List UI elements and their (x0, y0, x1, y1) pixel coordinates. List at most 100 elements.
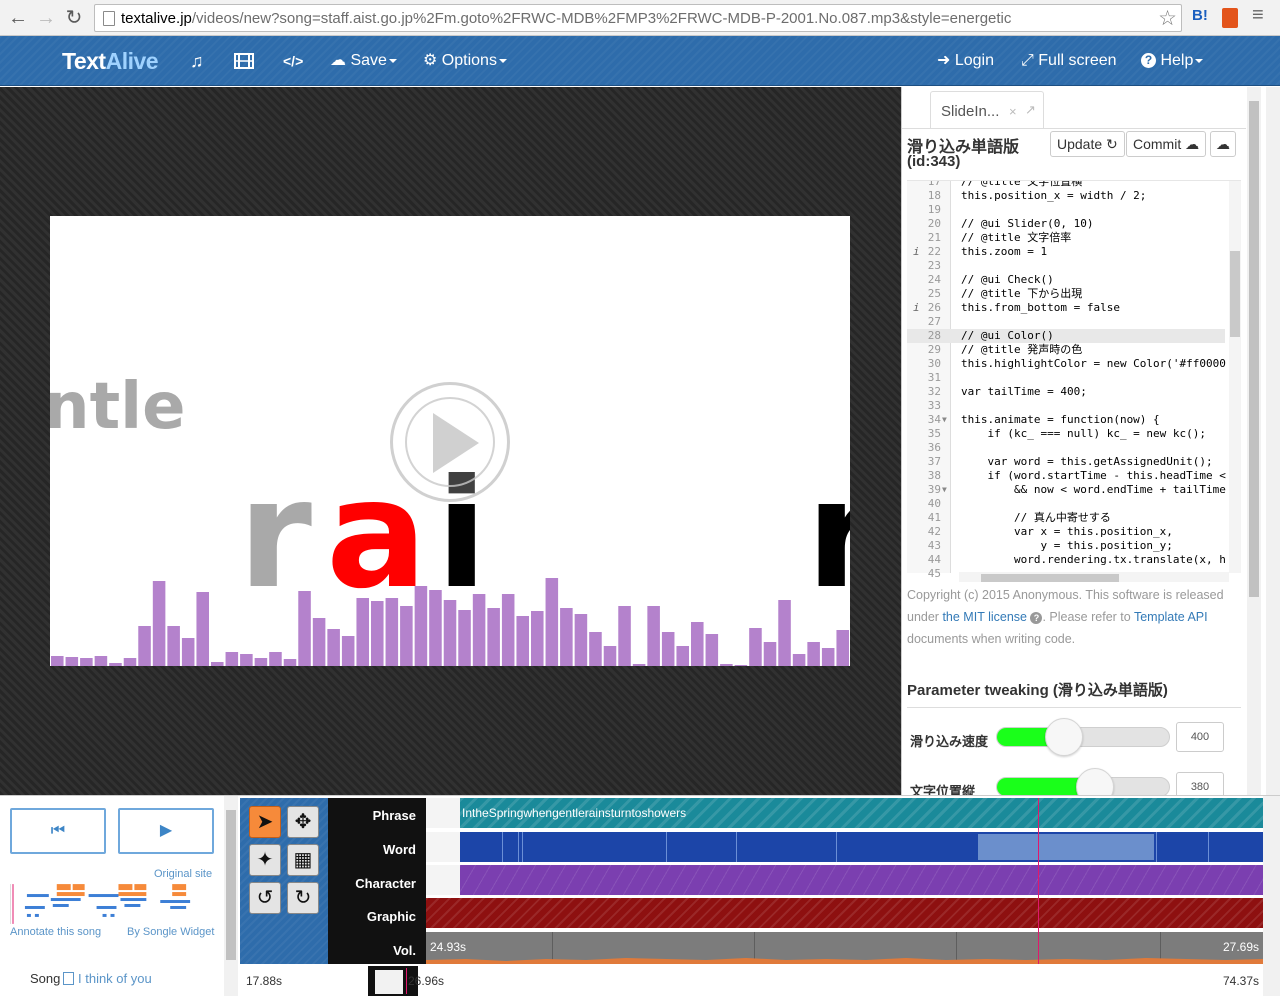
code-line[interactable]: 30 this.highlightColor = new Color('#ff00… (907, 357, 1226, 371)
template-api-link[interactable]: Template API (1134, 610, 1208, 624)
code-line[interactable]: 39 ▼ && now < word.endTime + tailTime (907, 483, 1226, 497)
word-selected-block[interactable] (978, 834, 1154, 860)
code-line[interactable]: 41 // 真ん中寄せする (907, 511, 1225, 525)
songle-widget-link[interactable]: By Songle Widget (127, 926, 214, 938)
code-text: this.animate = function(now) { (961, 413, 1160, 426)
menu-icon[interactable]: ≡ (1252, 4, 1264, 27)
spectrum-bar (312, 618, 326, 666)
code-line[interactable]: 29 // @title 発声時の色 (907, 343, 1225, 357)
film-icon[interactable] (234, 36, 254, 86)
code-line[interactable]: 42 var x = this.position_x, (907, 525, 1225, 539)
help-menu[interactable]: ? Help (1141, 36, 1204, 86)
update-button[interactable]: Update ↻ (1050, 131, 1125, 157)
character-blocks[interactable] (460, 865, 1263, 895)
code-line[interactable]: 43 y = this.position_y; (907, 539, 1225, 553)
brand-alive: Alive (105, 48, 159, 74)
code-line[interactable]: 31 (907, 371, 1225, 385)
select-tool-button[interactable]: ➤ (249, 806, 281, 838)
tab-slidein[interactable]: SlideIn... × ↗ (930, 91, 1044, 129)
line-number: 32 (927, 385, 941, 398)
brand-logo[interactable]: TextAlive (62, 36, 159, 86)
magic-tool-button[interactable]: ✦ (249, 844, 281, 876)
timeline-playhead[interactable] (1038, 798, 1039, 964)
forward-icon[interactable]: → (34, 6, 58, 30)
move-tool-button[interactable]: ✥ (287, 806, 319, 838)
code-icon[interactable]: </> (283, 36, 303, 86)
code-line[interactable]: 40 (907, 497, 1225, 511)
back-icon[interactable]: ← (6, 6, 30, 30)
office-icon[interactable] (1222, 8, 1238, 28)
slider-handle[interactable] (1045, 718, 1083, 756)
code-line[interactable]: 34 ▼ this.animate = function(now) { (907, 413, 1225, 427)
annotate-link[interactable]: Annotate this song (10, 926, 101, 938)
reload-icon[interactable]: ↻ (62, 6, 86, 30)
fold-icon[interactable]: ▼ (942, 413, 947, 427)
code-line[interactable]: 36 (907, 441, 1225, 455)
code-line[interactable]: 21 // @title 文字倍率 (907, 231, 1225, 245)
play-overlay-button[interactable] (390, 382, 510, 502)
panel-scroll-thumb[interactable] (1249, 101, 1259, 597)
login-link[interactable]: ➜ Login (937, 36, 994, 86)
options-menu[interactable]: ⚙ Options (423, 36, 507, 86)
graphic-block[interactable] (426, 898, 1263, 928)
code-line[interactable]: 20 // @ui Slider(0, 10) (907, 217, 1225, 231)
character-track (426, 865, 1263, 895)
hatena-bookmark-icon[interactable]: B! (1192, 7, 1208, 24)
left-scroll-thumb[interactable] (226, 810, 236, 960)
cloud-download-button[interactable]: ☁ (1210, 131, 1236, 157)
code-text: if (kc_ === null) kc_ = new kc(); (961, 427, 1207, 440)
fold-icon[interactable]: ▼ (942, 483, 947, 497)
external-link-icon[interactable]: ↗ (1025, 102, 1036, 118)
page-scrollbar[interactable] (1266, 87, 1280, 795)
line-number: 33 (927, 399, 941, 412)
code-line[interactable]: 44 word.rendering.tx.translate(x, h (907, 553, 1226, 567)
bookmark-star-icon[interactable]: ☆ (1158, 6, 1177, 31)
image-tool-button[interactable]: ▦ (287, 844, 319, 876)
code-editor[interactable]: 17 // @title 文字位置横 18 this.position_x = wid… (907, 180, 1241, 582)
code-line[interactable]: 37 var word = this.getAssignedUnit(); (907, 455, 1225, 469)
code-line[interactable]: 18 this.position_x = width / 2; (907, 189, 1225, 203)
timeline[interactable]: IntheSpringwhengentlerainsturntoshowers (426, 798, 1263, 964)
bottom-scrollbar[interactable] (1263, 796, 1280, 996)
slider-speed[interactable] (996, 727, 1170, 747)
video-canvas[interactable]: ntle r a i r (50, 216, 850, 666)
song-name-link[interactable]: I think of you (78, 971, 152, 986)
code-line[interactable]: 27 (907, 315, 1225, 329)
code-line[interactable]: i 26 this.from_bottom = false (907, 301, 1225, 315)
code-line[interactable]: 33 (907, 399, 1225, 413)
close-icon[interactable]: × (1009, 104, 1017, 119)
volume-track[interactable]: 24.93s 27.69s (426, 932, 1263, 964)
code-line[interactable]: 25 // @title 下から出現 (907, 287, 1225, 301)
code-line[interactable]: i 22 this.zoom = 1 (907, 245, 1225, 259)
phrase-block[interactable]: IntheSpringwhengentlerainsturntoshowers (460, 798, 1263, 828)
code-line[interactable]: 19 (907, 203, 1225, 217)
code-horizontal-thumb[interactable] (981, 574, 1119, 582)
music-icon[interactable]: ♫ (190, 36, 204, 86)
previous-button[interactable]: ⏮ (10, 808, 106, 854)
songle-widget[interactable] (10, 884, 213, 924)
code-vertical-scrollbar[interactable] (1229, 181, 1241, 573)
code-line[interactable]: 28 // @ui Color() (907, 329, 1225, 343)
param-value-speed[interactable]: 400 (1176, 722, 1224, 752)
code-line[interactable]: 17 // @title 文字位置横 (907, 181, 1225, 189)
cloud-upload-icon: ☁ (330, 52, 346, 69)
code-line[interactable]: 38 if (word.startTime - this.headTime < (907, 469, 1226, 483)
spectrum-bar (225, 652, 239, 666)
time-ruler[interactable]: 17.88s 26.96s 74.37s (240, 966, 1263, 996)
fullscreen-link[interactable]: ⤢ Full screen (1021, 36, 1117, 86)
undo-button[interactable]: ↺ (249, 882, 281, 914)
spectrum-bar (618, 606, 631, 666)
code-vertical-thumb[interactable] (1230, 251, 1240, 337)
code-line[interactable]: 35 if (kc_ === null) kc_ = new kc(); (907, 427, 1225, 441)
original-site-link[interactable]: Original site (154, 868, 212, 880)
play-button[interactable]: ▶ (118, 808, 214, 854)
code-line[interactable]: 23 (907, 259, 1225, 273)
question-icon[interactable]: ? (1030, 612, 1043, 624)
save-menu[interactable]: ☁ Save (330, 36, 397, 86)
code-line[interactable]: 32 var tailTime = 400; (907, 385, 1225, 399)
redo-button[interactable]: ↻ (287, 882, 319, 914)
address-bar[interactable]: textalive.jp/videos/new?song=staff.aist.… (94, 4, 1182, 32)
mit-license-link[interactable]: the MIT license (942, 610, 1027, 624)
code-line[interactable]: 24 // @ui Check() (907, 273, 1225, 287)
commit-button[interactable]: Commit ☁ (1126, 131, 1207, 157)
